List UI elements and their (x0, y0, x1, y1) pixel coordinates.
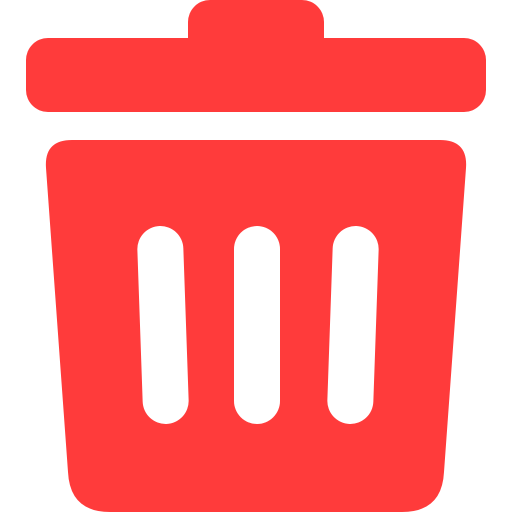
slot-left (137, 226, 189, 424)
trash-icon[interactable] (0, 0, 512, 512)
trash-icon-canvas (0, 0, 512, 512)
slot-right (327, 226, 379, 424)
lid (26, 38, 486, 112)
slot-middle (234, 226, 280, 424)
